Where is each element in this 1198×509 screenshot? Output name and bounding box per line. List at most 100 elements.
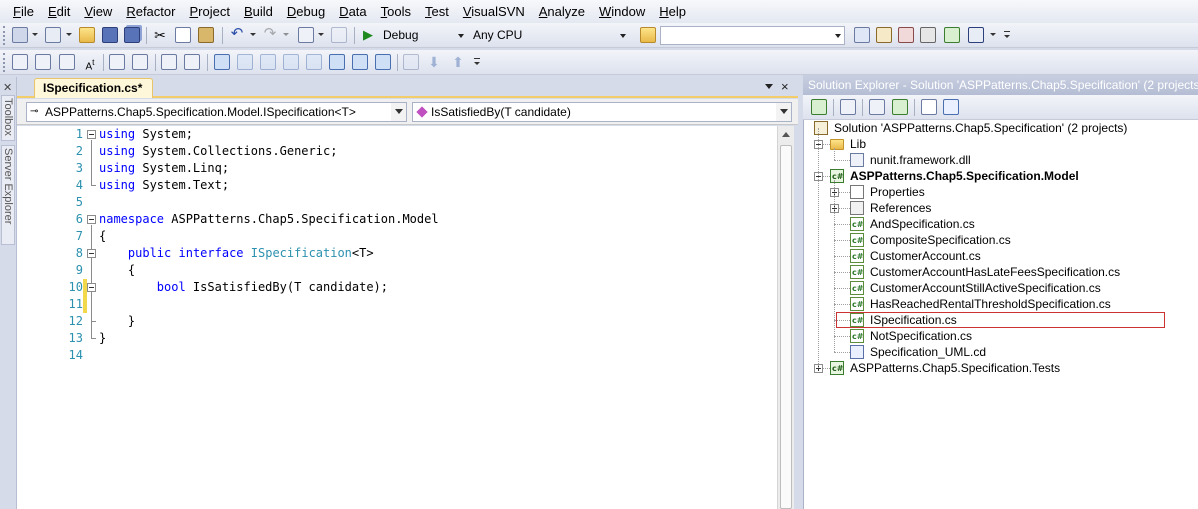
tree-item[interactable]: Properties — [804, 184, 1198, 200]
code-line[interactable]: 9 { — [17, 262, 777, 279]
code-line[interactable]: 2 using System.Collections.Generic; — [17, 143, 777, 160]
code-line[interactable]: 14 — [17, 347, 777, 364]
menu-debug[interactable]: Debug — [280, 0, 332, 23]
tree-item[interactable]: Solution 'ASPPatterns.Chap5.Specificatio… — [804, 120, 1198, 136]
solution-explorer-title[interactable]: Solution Explorer - Solution 'ASPPattern… — [803, 75, 1198, 95]
toolbox-tab[interactable]: Toolbox — [1, 95, 15, 141]
start-debugging-icon[interactable]: ▶ — [360, 27, 376, 43]
tree-item[interactable]: Specification_UML.cd — [804, 344, 1198, 360]
menu-test[interactable]: Test — [418, 0, 456, 23]
tree-item[interactable]: CompositeSpecification.cs — [804, 232, 1198, 249]
toggle-bookmark-icon[interactable] — [214, 54, 230, 70]
save-icon[interactable] — [102, 27, 118, 43]
tree-item[interactable]: NotSpecification.cs — [804, 328, 1198, 345]
code-line[interactable]: 1 using System; — [17, 126, 777, 143]
tree-item[interactable]: References — [804, 200, 1198, 216]
paste-icon[interactable] — [198, 27, 214, 43]
step-into-icon[interactable]: ⬇ — [426, 54, 442, 70]
solution-configuration-select[interactable]: Debug — [379, 26, 468, 45]
tree-item[interactable]: CustomerAccountHasLateFeesSpecification.… — [804, 264, 1198, 281]
solution-tree[interactable]: Solution 'ASPPatterns.Chap5.Specificatio… — [803, 120, 1198, 509]
comment-out-lines-icon[interactable] — [161, 54, 177, 70]
tree-item[interactable]: CustomerAccountStillActiveSpecification.… — [804, 280, 1198, 297]
code-line[interactable]: 10 bool IsSatisfiedBy(T candidate); — [17, 279, 777, 296]
collapse-region-icon[interactable] — [87, 249, 96, 258]
tab-ispecification-cs[interactable]: ISpecification.cs* — [34, 78, 154, 98]
command-window-dropdown-icon[interactable] — [990, 33, 996, 36]
tree-item[interactable]: nunit.framework.dll — [804, 152, 1198, 168]
code-line[interactable]: 8 public interface ISpecification<T> — [17, 245, 777, 262]
command-window-icon[interactable] — [968, 27, 984, 43]
previous-bookmark-in-folder-icon[interactable] — [283, 54, 299, 70]
code-line[interactable]: 5 — [17, 194, 777, 211]
close-document-button[interactable]: × — [781, 78, 789, 96]
refresh-icon[interactable] — [892, 99, 908, 115]
uncomment-lines-icon[interactable] — [184, 54, 200, 70]
cut-icon[interactable]: ✂ — [152, 27, 168, 43]
increase-indent-icon[interactable] — [132, 54, 148, 70]
scrollbar-thumb[interactable] — [780, 145, 792, 509]
navigate-backward-icon[interactable] — [298, 27, 314, 43]
menu-build[interactable]: Build — [237, 0, 280, 23]
menu-edit[interactable]: Edit — [41, 0, 77, 23]
previous-bookmark-in-document-icon[interactable] — [329, 54, 345, 70]
collapse-region-icon[interactable] — [87, 215, 96, 224]
view-class-diagram-icon[interactable] — [943, 99, 959, 115]
next-bookmark-in-document-icon[interactable] — [352, 54, 368, 70]
server-explorer-tab[interactable]: Server Explorer — [1, 145, 15, 245]
new-project-icon[interactable] — [12, 27, 28, 43]
active-files-dropdown-icon[interactable] — [765, 84, 773, 89]
code-line[interactable]: 13} — [17, 330, 777, 347]
new-project-dropdown-icon[interactable] — [32, 33, 38, 36]
find-in-files-icon[interactable] — [640, 27, 656, 43]
toolbar-grip[interactable] — [3, 53, 6, 72]
toolbar-overflow-icon[interactable] — [473, 58, 481, 70]
display-object-member-list-icon[interactable] — [12, 54, 28, 70]
properties-window-icon[interactable] — [876, 27, 892, 43]
menu-file[interactable]: File — [6, 0, 41, 23]
code-line[interactable]: 6 namespace ASPPatterns.Chap5.Specificati… — [17, 211, 777, 228]
complete-word-icon[interactable]: At — [82, 54, 98, 72]
add-item-icon[interactable] — [45, 27, 61, 43]
collapse-region-icon[interactable] — [87, 130, 96, 139]
previous-bookmark-icon[interactable] — [237, 54, 253, 70]
solution-platform-select[interactable]: Any CPU — [469, 26, 630, 45]
scroll-up-icon[interactable] — [782, 132, 790, 137]
menu-data[interactable]: Data — [332, 0, 373, 23]
properties-icon[interactable] — [811, 99, 827, 115]
code-line[interactable]: 4 using System.Text; — [17, 177, 777, 194]
auto-hide-pin-icon[interactable]: ✕ — [3, 81, 12, 94]
next-bookmark-in-folder-icon[interactable] — [306, 54, 322, 70]
open-file-icon[interactable] — [79, 27, 95, 43]
menu-window[interactable]: Window — [592, 0, 652, 23]
tree-item[interactable]: ASPPatterns.Chap5.Specification.Model — [804, 168, 1198, 185]
decrease-indent-icon[interactable] — [109, 54, 125, 70]
parameter-info-icon[interactable] — [35, 54, 51, 70]
menu-tools[interactable]: Tools — [374, 0, 418, 23]
menu-visualsvn[interactable]: VisualSVN — [456, 0, 532, 23]
toolbar-overflow-icon[interactable] — [1003, 31, 1011, 43]
toolbox-icon[interactable] — [920, 27, 936, 43]
undo-icon[interactable]: ↶ — [229, 26, 245, 43]
editor-vertical-scrollbar[interactable] — [777, 126, 794, 509]
code-line[interactable]: 11 — [17, 296, 777, 313]
code-line[interactable]: 7{ — [17, 228, 777, 245]
menu-project[interactable]: Project — [182, 0, 236, 23]
solution-explorer-icon[interactable] — [854, 27, 870, 43]
tree-item[interactable]: CustomerAccount.cs — [804, 248, 1198, 265]
nest-related-files-icon[interactable] — [869, 99, 885, 115]
menu-analyze[interactable]: Analyze — [532, 0, 592, 23]
save-all-icon[interactable] — [124, 27, 140, 43]
menu-help[interactable]: Help — [652, 0, 693, 23]
navigate-backward-dropdown-icon[interactable] — [318, 33, 324, 36]
show-all-files-icon[interactable] — [840, 99, 856, 115]
view-code-icon[interactable] — [921, 99, 937, 115]
code-editor[interactable]: 1 using System; 2 using System.Collections.… — [17, 126, 777, 509]
tree-item[interactable]: AndSpecification.cs — [804, 216, 1198, 233]
code-area[interactable]: 1 using System; 2 using System.Collections.… — [17, 126, 777, 509]
next-bookmark-icon[interactable] — [260, 54, 276, 70]
collapse-region-icon[interactable] — [87, 283, 96, 292]
members-dropdown[interactable]: IsSatisfiedBy(T candidate) — [412, 102, 792, 122]
menu-refactor[interactable]: Refactor — [119, 0, 182, 23]
attach-to-process-icon[interactable] — [403, 54, 419, 70]
